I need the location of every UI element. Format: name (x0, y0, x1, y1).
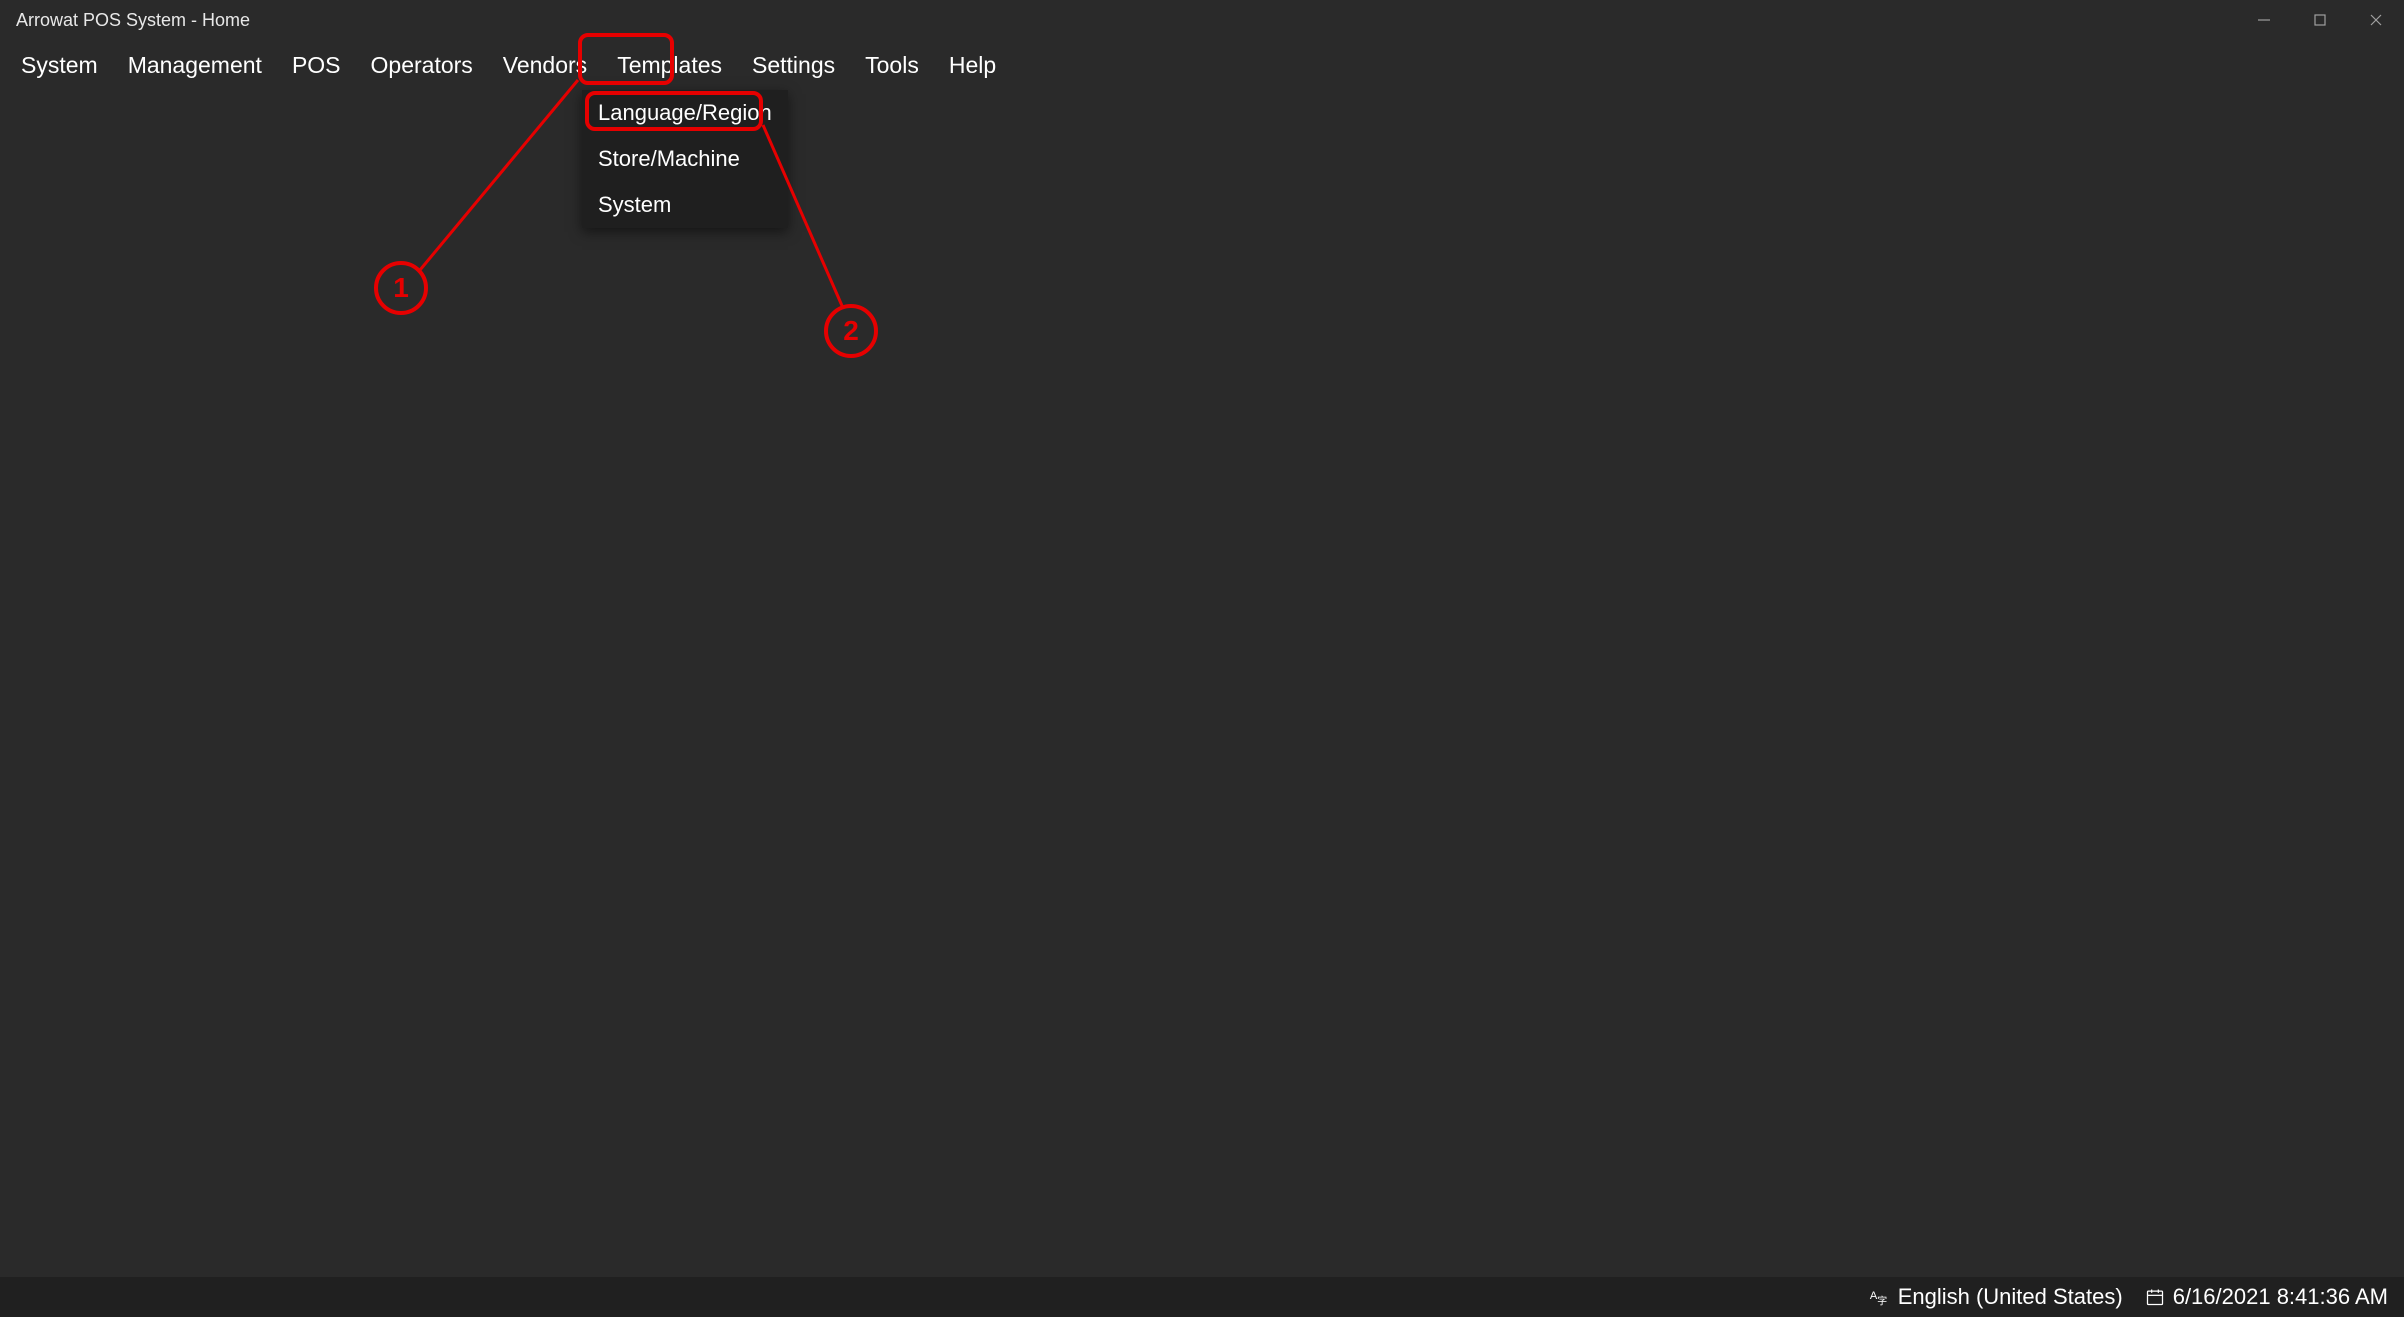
svg-text:字: 字 (1877, 1294, 1887, 1307)
menu-settings[interactable]: Settings (737, 43, 850, 88)
window-controls (2236, 0, 2404, 40)
menu-management[interactable]: Management (113, 43, 277, 88)
minimize-icon (2257, 13, 2271, 27)
maximize-button[interactable] (2292, 0, 2348, 40)
maximize-icon (2313, 13, 2327, 27)
menu-pos[interactable]: POS (277, 43, 356, 88)
window-title: Arrowat POS System - Home (16, 10, 250, 31)
status-bar: A 字 English (United States) 6/16/2021 8:… (0, 1277, 2404, 1317)
menu-vendors[interactable]: Vendors (488, 43, 602, 88)
dropdown-store-machine[interactable]: Store/Machine (582, 136, 788, 182)
menu-bar: System Management POS Operators Vendors … (0, 40, 2404, 90)
menu-templates[interactable]: Templates (602, 43, 737, 88)
content-area (0, 90, 2404, 1277)
settings-dropdown: Language/Region Store/Machine System (582, 90, 788, 228)
dropdown-language-region[interactable]: Language/Region (582, 90, 788, 136)
status-language-text: English (United States) (1898, 1284, 2123, 1310)
status-language: A 字 English (United States) (1868, 1284, 2123, 1310)
close-button[interactable] (2348, 0, 2404, 40)
application-window: Arrowat POS System - Home System Managem… (0, 0, 2404, 1317)
title-bar: Arrowat POS System - Home (0, 0, 2404, 40)
menu-help[interactable]: Help (934, 43, 1011, 88)
dropdown-system[interactable]: System (582, 182, 788, 228)
status-datetime-text: 6/16/2021 8:41:36 AM (2173, 1284, 2388, 1310)
language-icon: A 字 (1868, 1286, 1890, 1308)
minimize-button[interactable] (2236, 0, 2292, 40)
menu-tools[interactable]: Tools (850, 43, 934, 88)
calendar-icon (2145, 1287, 2165, 1307)
menu-operators[interactable]: Operators (356, 43, 488, 88)
menu-system[interactable]: System (6, 43, 113, 88)
status-datetime: 6/16/2021 8:41:36 AM (2145, 1284, 2388, 1310)
close-icon (2369, 13, 2383, 27)
